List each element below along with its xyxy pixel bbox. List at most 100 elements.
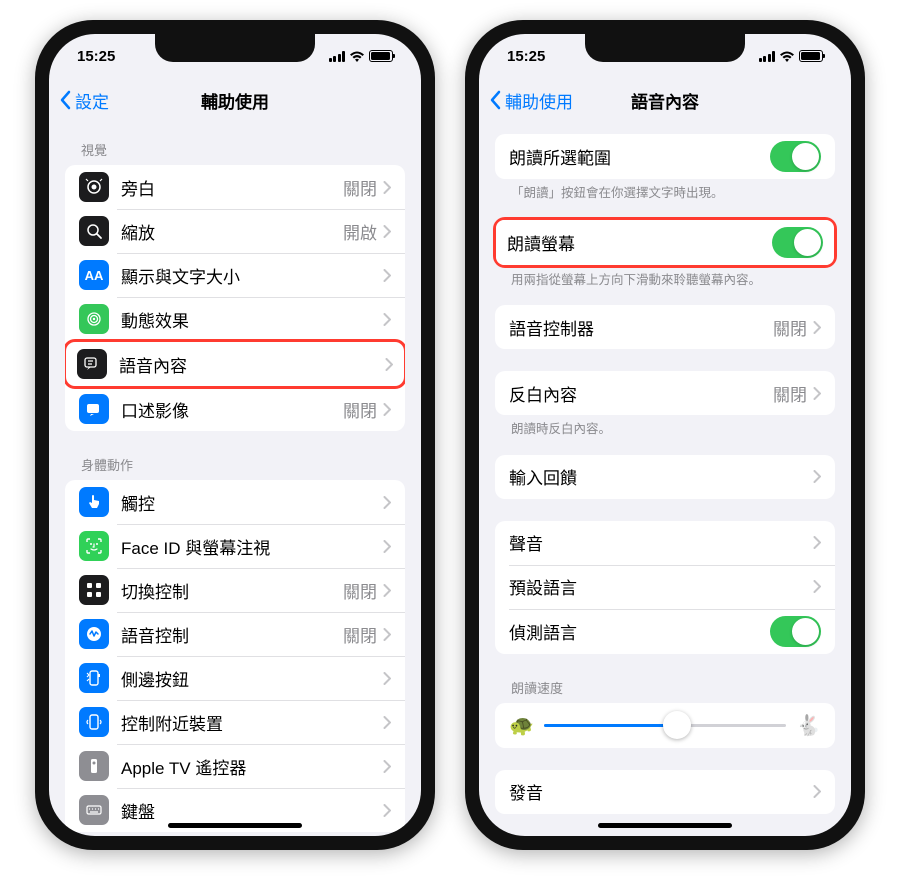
chevron-left-icon	[59, 90, 71, 110]
content-left[interactable]: 視覺 旁白 關閉 縮放 開啟 AA 顯示與文字大小	[49, 122, 421, 836]
row-speak-screen[interactable]: 朗讀螢幕	[496, 220, 834, 265]
back-label: 設定	[75, 88, 109, 113]
screen-left: 15:25 設定 輔助使用 視覺 旁白 關閉	[49, 34, 421, 836]
chevron-right-icon	[383, 716, 391, 729]
row-label: 朗讀所選範圍	[509, 144, 770, 169]
footer-speak-selection: 「朗讀」按鈕會在你選擇文字時出現。	[495, 179, 835, 205]
home-indicator[interactable]	[168, 823, 302, 828]
row-pronunciation[interactable]: 發音	[495, 770, 835, 814]
chevron-right-icon	[383, 760, 391, 773]
row-speech-controller[interactable]: 語音控制器 關閉	[495, 305, 835, 349]
toggle-speak-selection[interactable]	[770, 141, 821, 172]
voice-control-icon	[79, 619, 109, 649]
row-side-button[interactable]: 側邊按鈕	[65, 656, 405, 700]
back-button[interactable]: 設定	[59, 88, 109, 113]
chevron-right-icon	[813, 387, 821, 400]
row-label: 反白內容	[509, 381, 773, 406]
row-display-text[interactable]: AA 顯示與文字大小	[65, 253, 405, 297]
row-label: 朗讀螢幕	[507, 230, 772, 255]
group-speech-controller: 語音控制器 關閉	[495, 305, 835, 349]
row-label: 輸入回饋	[509, 464, 813, 489]
chevron-right-icon	[813, 470, 821, 483]
nav-title: 輔助使用	[201, 88, 269, 113]
section-header-rate: 朗讀速度	[495, 660, 835, 703]
wifi-icon	[349, 50, 365, 62]
toggle-speak-screen[interactable]	[772, 227, 823, 258]
voiceover-icon	[79, 172, 109, 202]
row-label: 動態效果	[121, 307, 383, 332]
chevron-right-icon	[383, 496, 391, 509]
row-label: 語音控制器	[509, 315, 773, 340]
content-right[interactable]: 朗讀所選範圍 「朗讀」按鈕會在你選擇文字時出現。 朗讀螢幕 用兩指從螢幕上方向下…	[479, 122, 851, 836]
row-highlight-content[interactable]: 反白內容 關閉	[495, 371, 835, 415]
chevron-right-icon	[383, 313, 391, 326]
status-bar: 15:25	[479, 34, 851, 78]
row-label: 口述影像	[121, 397, 343, 422]
row-label: 切換控制	[121, 578, 343, 603]
row-typing-feedback[interactable]: 輸入回饋	[495, 455, 835, 499]
nearby-icon	[79, 707, 109, 737]
footer-speak-screen: 用兩指從螢幕上方向下滑動來聆聽螢幕內容。	[495, 266, 835, 292]
zoom-icon	[79, 216, 109, 246]
row-label: 縮放	[121, 219, 343, 244]
group-pronunciation: 發音	[495, 770, 835, 814]
chevron-left-icon	[489, 90, 501, 110]
touch-icon	[79, 487, 109, 517]
toggle-detect-language[interactable]	[770, 616, 821, 647]
group-rate: 🐢 🐇	[495, 703, 835, 748]
chevron-right-icon	[813, 536, 821, 549]
row-apple-tv-remote[interactable]: Apple TV 遙控器	[65, 744, 405, 788]
row-value: 關閉	[343, 175, 377, 200]
row-label: Face ID 與螢幕注視	[121, 534, 383, 559]
row-motion[interactable]: 動態效果	[65, 297, 405, 341]
row-speak-selection[interactable]: 朗讀所選範圍	[495, 134, 835, 179]
nav-bar: 輔助使用 語音內容	[479, 78, 851, 122]
row-touch[interactable]: 觸控	[65, 480, 405, 524]
slider-fill	[544, 724, 677, 727]
chevron-right-icon	[385, 358, 393, 371]
chevron-right-icon	[383, 269, 391, 282]
row-speaking-rate[interactable]: 🐢 🐇	[495, 703, 835, 748]
status-time: 15:25	[77, 48, 115, 65]
motion-icon	[79, 304, 109, 334]
row-spoken-content[interactable]: 語音內容	[66, 342, 404, 386]
row-label: 顯示與文字大小	[121, 263, 383, 288]
group-highlight-content: 反白內容 關閉	[495, 371, 835, 415]
row-label: 旁白	[121, 175, 343, 200]
section-header-physical: 身體動作	[65, 437, 405, 480]
row-label: 聲音	[509, 530, 813, 555]
phone-right: 15:25 輔助使用 語音內容 朗讀所選範圍 「朗讀」按鈕會在你選擇文字	[465, 20, 865, 850]
row-nearby-devices[interactable]: 控制附近裝置	[65, 700, 405, 744]
group-physical: 觸控 Face ID 與螢幕注視 切換控制 關閉 語音控制	[65, 480, 405, 832]
row-zoom[interactable]: 縮放 開啟	[65, 209, 405, 253]
home-indicator[interactable]	[598, 823, 732, 828]
faceid-icon	[79, 531, 109, 561]
spoken-content-icon	[77, 349, 107, 379]
apple-tv-icon	[79, 751, 109, 781]
row-voiceover[interactable]: 旁白 關閉	[65, 165, 405, 209]
row-voice-control[interactable]: 語音控制 關閉	[65, 612, 405, 656]
row-label: Apple TV 遙控器	[121, 754, 383, 779]
nav-title: 語音內容	[631, 88, 699, 113]
back-button[interactable]: 輔助使用	[489, 88, 573, 113]
chevron-right-icon	[383, 225, 391, 238]
row-audio-descriptions[interactable]: 口述影像 關閉	[65, 387, 405, 431]
row-label: 鍵盤	[121, 798, 383, 823]
chevron-right-icon	[813, 785, 821, 798]
battery-icon	[799, 50, 823, 62]
phone-left: 15:25 設定 輔助使用 視覺 旁白 關閉	[35, 20, 435, 850]
row-switch-control[interactable]: 切換控制 關閉	[65, 568, 405, 612]
highlight-spoken-content: 語音內容	[65, 339, 405, 389]
section-header-vision: 視覺	[65, 122, 405, 165]
row-voices[interactable]: 聲音	[495, 521, 835, 565]
cellular-icon	[329, 51, 346, 62]
row-faceid[interactable]: Face ID 與螢幕注視	[65, 524, 405, 568]
row-default-language[interactable]: 預設語言	[495, 565, 835, 609]
status-bar: 15:25	[49, 34, 421, 78]
row-value: 關閉	[343, 578, 377, 603]
status-time: 15:25	[507, 48, 545, 65]
row-detect-language[interactable]: 偵測語言	[495, 609, 835, 654]
side-button-icon	[79, 663, 109, 693]
slider-thumb[interactable]	[663, 711, 691, 739]
rate-slider[interactable]	[544, 724, 786, 727]
